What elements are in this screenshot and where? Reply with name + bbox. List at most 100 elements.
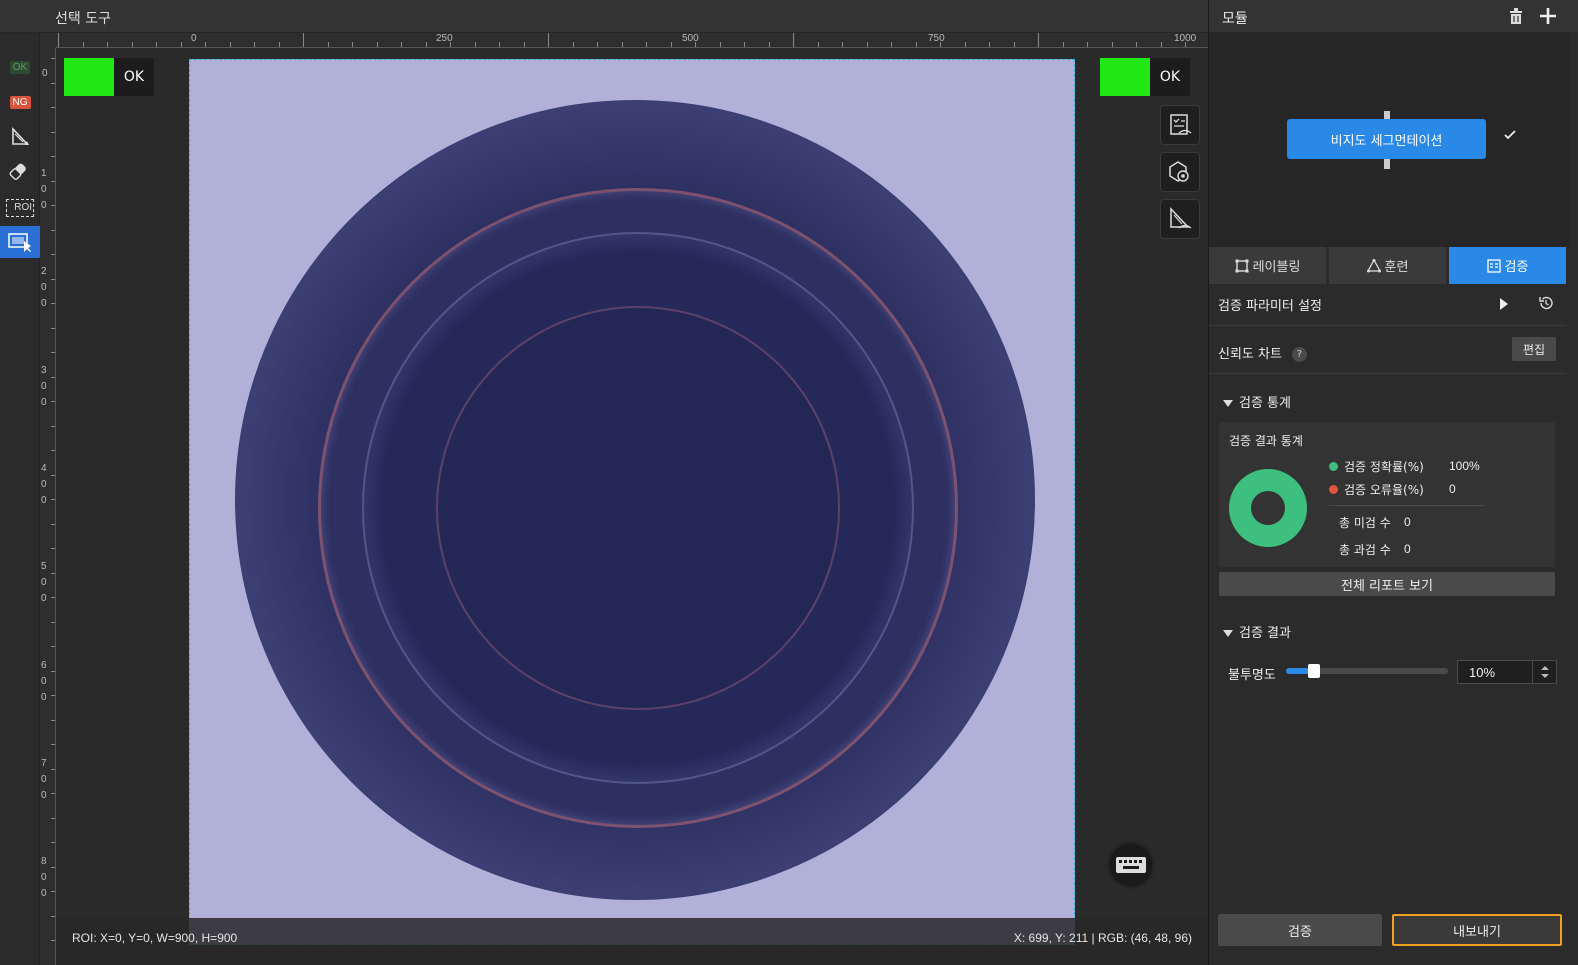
validation-stats-title: 검증 통계	[1239, 396, 1291, 411]
ruler-left-label: 800	[41, 856, 47, 899]
ruler-tick	[51, 425, 55, 427]
roi-view-toggle-button[interactable]	[1160, 199, 1200, 239]
ok-indicator-label: OK	[1159, 69, 1181, 85]
roi-tool[interactable]: ROI	[0, 192, 40, 224]
labeling-icon	[1235, 259, 1249, 272]
opacity-stepper[interactable]	[1532, 661, 1556, 683]
ok-label-tool[interactable]: OK	[0, 51, 40, 83]
ruler-tick	[1087, 42, 1088, 47]
opacity-spinbox[interactable]: 10%	[1457, 660, 1557, 684]
ruler-tick	[51, 254, 55, 255]
eraser-tool[interactable]	[0, 157, 40, 189]
help-icon[interactable]: ?	[1291, 347, 1307, 362]
donut-hole	[1251, 491, 1285, 525]
validation-stats-header[interactable]: 검증 통계	[1223, 392, 1291, 411]
ruler-tick	[866, 42, 868, 47]
validation-result-header[interactable]: 검증 결과	[1223, 622, 1291, 641]
opacity-slider-thumb[interactable]	[1308, 664, 1320, 678]
polygon-tool-icon	[12, 126, 29, 145]
mask-view-icon	[1169, 161, 1189, 182]
inspection-image[interactable]	[189, 59, 1075, 945]
accuracy-label: 검증 정확률(%)	[1344, 460, 1424, 474]
ruler-tick	[572, 42, 574, 47]
collapse-triangle-icon	[1223, 630, 1233, 637]
ruler-tick	[401, 42, 402, 47]
ruler-tick	[51, 229, 55, 231]
add-icon[interactable]	[1539, 7, 1557, 25]
overkill-count-label: 총 과검 수	[1339, 543, 1391, 557]
panel-scrollbar[interactable]	[1569, 32, 1578, 965]
history-icon[interactable]	[1538, 295, 1554, 311]
ruler-tick	[695, 42, 696, 47]
check-icon	[1504, 130, 1516, 140]
ruler-tick	[1038, 33, 1039, 47]
label-view-toggle-button[interactable]	[1160, 105, 1200, 145]
view-full-report-button[interactable]: 전체 리포트 보기	[1219, 572, 1555, 596]
ruler-tick	[58, 33, 59, 47]
ruler-tick	[51, 572, 55, 574]
ruler-tick	[597, 42, 598, 47]
stats-box-title: 검증 결과 통계	[1229, 434, 1303, 448]
opacity-slider[interactable]	[1286, 664, 1448, 678]
canvas-title-bar: 선택 도구	[0, 0, 1208, 33]
ruler-tick	[303, 33, 304, 47]
ruler-tick	[51, 82, 55, 84]
export-button[interactable]: 내보내기	[1392, 914, 1562, 946]
ruler-left-label: 400	[41, 463, 47, 506]
ruler-tick	[51, 842, 55, 843]
selection-tool[interactable]	[0, 226, 40, 258]
eraser-icon	[9, 163, 26, 180]
ruler-tick	[1136, 42, 1137, 47]
ruler-tick	[1062, 42, 1064, 47]
ng-label-tool[interactable]: NG	[0, 86, 40, 118]
ruler-tick	[107, 42, 108, 47]
ruler-top: 0 250 500 750 1000	[56, 33, 1208, 48]
ruler-tick	[156, 42, 157, 47]
ruler-tick	[51, 621, 55, 623]
polygon-tool[interactable]	[0, 121, 40, 153]
roi-view-icon	[1170, 207, 1192, 229]
training-icon	[1366, 258, 1381, 272]
keyboard-shortcuts-button[interactable]	[1110, 844, 1152, 886]
label-view-icon	[1170, 114, 1192, 135]
ruler-left: 0 100 200 300 400 500 600 700 800	[40, 48, 56, 965]
ruler-tick	[51, 695, 55, 696]
accuracy-legend: 검증 정확률(%)	[1329, 458, 1424, 475]
cursor-status: X: 699, Y: 211 | RGB: (46, 48, 96)	[1013, 931, 1192, 945]
ruler-tick	[254, 42, 255, 47]
tab-training[interactable]: 훈련	[1329, 247, 1446, 284]
ruler-tick	[499, 42, 500, 47]
ruler-tick	[352, 42, 353, 47]
verify-button[interactable]: 검증	[1218, 914, 1382, 946]
ruler-tick	[51, 646, 55, 647]
ruler-tick	[719, 42, 721, 47]
error-label: 검증 오류율(%)	[1344, 483, 1424, 497]
confidence-chart-text: 신뢰도 차트	[1218, 347, 1282, 362]
chevron-up-icon[interactable]	[1541, 666, 1549, 670]
trash-icon[interactable]	[1508, 7, 1524, 25]
ruler-left-label: 100	[41, 168, 47, 211]
play-icon[interactable]	[1499, 297, 1509, 311]
ruler-left-label: 700	[41, 758, 47, 801]
ruler-tick	[180, 42, 182, 47]
opacity-value: 10%	[1469, 665, 1496, 680]
tab-labeling[interactable]: 레이블링	[1209, 247, 1326, 284]
ruler-tick	[51, 499, 55, 500]
chevron-down-icon[interactable]	[1541, 674, 1549, 678]
tab-validation[interactable]: 검증	[1449, 247, 1566, 284]
mask-view-toggle-button[interactable]	[1160, 152, 1200, 192]
ruler-tick	[768, 42, 770, 47]
param-settings-row[interactable]: 검증 파라미터 설정	[1209, 284, 1566, 326]
ruler-tick	[278, 42, 280, 47]
edit-button[interactable]: 편집	[1512, 337, 1556, 361]
ruler-tick	[51, 866, 55, 868]
ruler-tick	[51, 915, 55, 917]
ng-badge: NG	[9, 95, 31, 109]
unsupervised-segmentation-node[interactable]: 비지도 세그먼테이션	[1287, 119, 1486, 159]
accuracy-dot	[1329, 462, 1338, 471]
ruler-tick	[376, 42, 378, 47]
bottle-inner-ring	[436, 306, 840, 710]
image-canvas[interactable]: OK OK ROI: X=0, Y=0, W=900, H=900 X: 699…	[56, 48, 1208, 965]
ruler-tick	[51, 58, 55, 59]
ruler-tick	[51, 474, 55, 476]
